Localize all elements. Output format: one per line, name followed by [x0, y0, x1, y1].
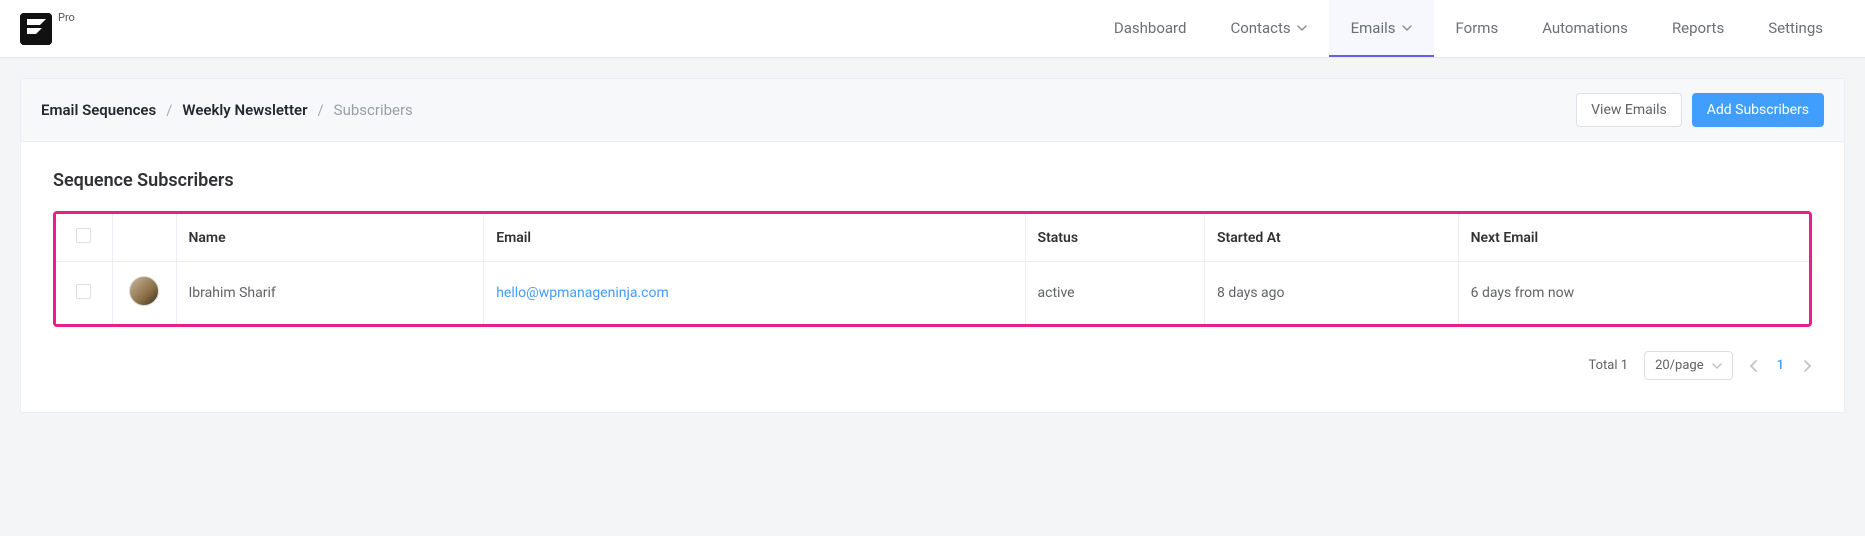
- table-row: Ibrahim Sharif hello@wpmanageninja.com a…: [56, 262, 1809, 325]
- cell-status: active: [1025, 262, 1204, 325]
- chevron-down-icon: [1712, 361, 1722, 371]
- view-emails-button[interactable]: View Emails: [1576, 93, 1682, 127]
- nav-settings[interactable]: Settings: [1746, 0, 1845, 57]
- breadcrumb-root[interactable]: Email Sequences: [41, 101, 156, 119]
- panel-header: Email Sequences / Weekly Newsletter / Su…: [21, 79, 1844, 142]
- col-name[interactable]: Name: [176, 214, 484, 262]
- col-avatar: [112, 214, 176, 262]
- col-started-at[interactable]: Started At: [1204, 214, 1458, 262]
- current-page[interactable]: 1: [1777, 358, 1784, 373]
- pagination: Total 1 20/page 1: [53, 351, 1812, 380]
- nav-items: Dashboard Contacts Emails Forms Automati…: [1092, 0, 1845, 57]
- add-subscribers-button[interactable]: Add Subscribers: [1692, 93, 1824, 127]
- breadcrumb-sep: /: [166, 101, 172, 119]
- select-all-checkbox[interactable]: [76, 228, 91, 243]
- cell-name: Ibrahim Sharif: [176, 262, 484, 325]
- page-size-select[interactable]: 20/page: [1644, 351, 1733, 380]
- nav-label: Reports: [1672, 19, 1724, 37]
- subscribers-table: Name Email Status Started At Next Email: [56, 214, 1809, 324]
- breadcrumb-current: Subscribers: [334, 101, 413, 119]
- logo-icon: [20, 13, 52, 45]
- col-email[interactable]: Email: [484, 214, 1025, 262]
- next-page-button[interactable]: [1802, 360, 1812, 372]
- cell-email-link[interactable]: hello@wpmanageninja.com: [496, 285, 669, 301]
- avatar: [129, 276, 159, 306]
- nav-label: Forms: [1456, 19, 1499, 37]
- nav-label: Automations: [1542, 19, 1628, 37]
- row-checkbox[interactable]: [76, 284, 91, 299]
- top-nav: Pro Dashboard Contacts Emails Forms Auto…: [0, 0, 1865, 58]
- prev-page-button[interactable]: [1749, 360, 1759, 372]
- nav-label: Emails: [1351, 19, 1396, 37]
- pro-label: Pro: [58, 11, 75, 24]
- chevron-right-icon: [1802, 360, 1812, 372]
- nav-label: Settings: [1768, 19, 1823, 37]
- breadcrumb-sequence[interactable]: Weekly Newsletter: [182, 101, 307, 119]
- nav-reports[interactable]: Reports: [1650, 0, 1746, 57]
- col-next-email[interactable]: Next Email: [1458, 214, 1809, 262]
- section-title: Sequence Subscribers: [53, 170, 1812, 191]
- col-select-all: [56, 214, 112, 262]
- main-panel: Email Sequences / Weekly Newsletter / Su…: [20, 78, 1845, 413]
- chevron-down-icon: [1402, 23, 1412, 33]
- pager: 1: [1749, 358, 1812, 373]
- cell-started-at: 8 days ago: [1204, 262, 1458, 325]
- chevron-left-icon: [1749, 360, 1759, 372]
- page-size-value: 20/page: [1655, 358, 1704, 373]
- col-status[interactable]: Status: [1025, 214, 1204, 262]
- nav-automations[interactable]: Automations: [1520, 0, 1650, 57]
- nav-label: Contacts: [1230, 19, 1290, 37]
- cell-next-email: 6 days from now: [1458, 262, 1809, 325]
- nav-emails[interactable]: Emails: [1329, 0, 1434, 57]
- breadcrumb: Email Sequences / Weekly Newsletter / Su…: [41, 101, 413, 119]
- nav-contacts[interactable]: Contacts: [1208, 0, 1328, 57]
- breadcrumb-sep: /: [317, 101, 323, 119]
- chevron-down-icon: [1297, 23, 1307, 33]
- total-label: Total 1: [1589, 358, 1629, 373]
- brand: Pro: [20, 13, 75, 45]
- subscribers-table-highlight: Name Email Status Started At Next Email: [53, 211, 1812, 327]
- nav-dashboard[interactable]: Dashboard: [1092, 0, 1209, 57]
- nav-forms[interactable]: Forms: [1434, 0, 1521, 57]
- nav-label: Dashboard: [1114, 19, 1187, 37]
